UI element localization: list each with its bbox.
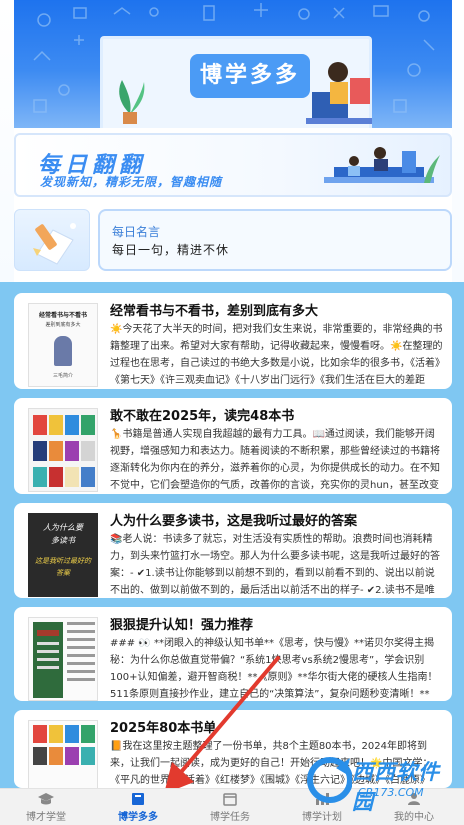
tab-label: 博才学堂 bbox=[26, 812, 66, 823]
tab-label: 博学多多 bbox=[118, 812, 158, 823]
daily-quote-text: 每日一句，精进不休 bbox=[112, 243, 230, 257]
book-icon bbox=[132, 793, 144, 805]
daily-flip-card[interactable]: 每日翻翻 发现新知，精彩无限，智趣相随 bbox=[14, 133, 452, 197]
article-title: 狠狠提升认知！强力推荐 bbox=[110, 618, 254, 633]
article-title: 人为什么要多读书，这是我听过最好的答案 bbox=[110, 514, 358, 529]
article-excerpt: 🦒书籍是普通人实现自我超越的最有力工具。📖通过阅读，我们能够开阔视野，增强感知力… bbox=[110, 429, 440, 491]
article-excerpt: 📚老人说：书读多了就忘，对生活没有实质性的帮助。浪费时间也消耗精力，到头来竹篮打… bbox=[110, 534, 440, 596]
article-thumbnail: 人为什么要 多读书 这是我听过最好的 答案 bbox=[28, 513, 98, 597]
daily-quote-card[interactable]: 每日名言 每日一句，精进不休 bbox=[98, 209, 452, 271]
app-screen: 博学多多 每日翻翻 发现新知，精彩无限，智趣相随 每日名言 每日一句，精进不休 bbox=[0, 0, 464, 825]
article-card[interactable]: 敢不敢在2025年，读完48本书 🦒书籍是普通人实现自我超越的最有力工具。📖通过… bbox=[14, 398, 452, 494]
daily-quote-title: 每日名言 bbox=[112, 225, 161, 239]
thumbnail-text: 多读书 bbox=[51, 536, 75, 545]
article-card[interactable]: 经常看书与不看书 差别到底有多大 三毛简介 经常看书与不看书，差别到底有多大 ☀… bbox=[14, 293, 452, 389]
pencil-note-icon bbox=[33, 223, 76, 265]
watermark-logo-icon bbox=[307, 757, 352, 803]
tab-boxue-duoduo[interactable]: 博学多多 bbox=[92, 789, 184, 825]
article-thumbnail bbox=[28, 408, 98, 492]
calendar-icon bbox=[223, 793, 237, 806]
book-list-image bbox=[33, 622, 95, 698]
plant-illustration bbox=[119, 80, 145, 124]
article-thumbnail bbox=[28, 720, 98, 788]
tab-boxue-renwu[interactable]: 博学任务 bbox=[184, 789, 276, 825]
article-thumbnail: 经常看书与不看书 差别到底有多大 三毛简介 bbox=[28, 303, 98, 387]
thumbnail-text: 经常看书与不看书 bbox=[38, 312, 87, 319]
thumbnail-text: 这是我听过最好的 bbox=[35, 557, 91, 565]
bookshelf-image bbox=[33, 415, 95, 487]
thumbnail-text: 答案 bbox=[56, 569, 70, 577]
tab-label: 博学任务 bbox=[210, 812, 250, 823]
thumbnail-text: 差别到底有多大 bbox=[45, 322, 81, 328]
article-thumbnail bbox=[28, 617, 98, 701]
mortarboard-icon bbox=[38, 793, 54, 805]
article-title: 敢不敢在2025年，读完48本书 bbox=[110, 409, 295, 424]
thumbnail-caption: 三毛简介 bbox=[52, 373, 73, 379]
page-title: 博学多多 bbox=[190, 54, 310, 98]
tab-bocai-xuetang[interactable]: 博才学堂 bbox=[0, 789, 92, 825]
thumbnail-text: 人为什么要 bbox=[43, 523, 83, 532]
article-title: 经常看书与不看书，差别到底有多大 bbox=[110, 304, 319, 319]
red-arrow-annotation bbox=[164, 656, 280, 794]
daily-flip-subtitle: 发现新知，精彩无限，智趣相随 bbox=[40, 175, 223, 189]
article-card[interactable]: 人为什么要 多读书 这是我听过最好的 答案 人为什么要多读书，这是我听过最好的答… bbox=[14, 503, 452, 598]
student-illustration bbox=[306, 62, 372, 124]
watermark-subtext: CR173.COM bbox=[358, 786, 424, 799]
site-watermark: 西西软件园 CR173.COM bbox=[300, 752, 460, 814]
reading-people-illustration bbox=[324, 147, 440, 183]
thumbnail-figure bbox=[54, 336, 72, 366]
book-grid-image bbox=[33, 725, 95, 765]
header-banner: 博学多多 bbox=[14, 0, 452, 128]
article-excerpt: ☀️今天花了大半天的时间，把对我们女生来说，非常重要的，非常经典的书籍整理了出来… bbox=[110, 324, 443, 386]
quote-illustration bbox=[14, 209, 90, 271]
